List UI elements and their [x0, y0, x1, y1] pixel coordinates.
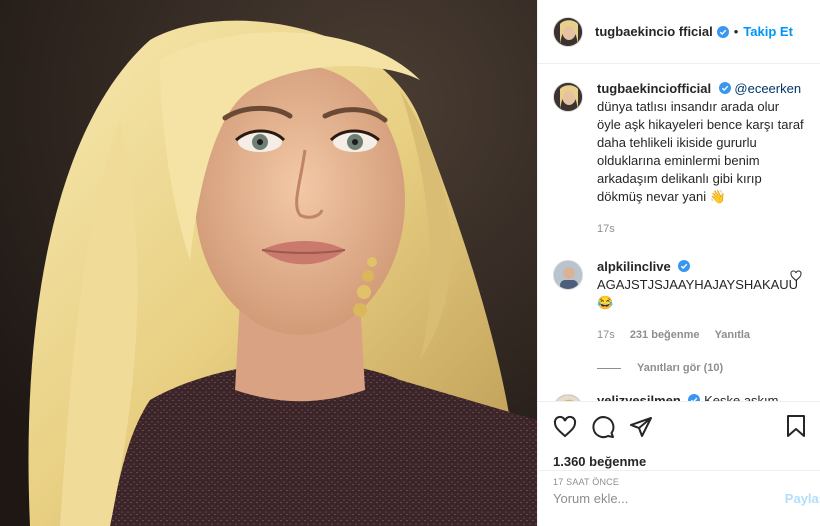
comment-text: AGAJSTJSJAAYHAJAYSHAKAUU 😂	[597, 277, 799, 310]
comments-list[interactable]: tugbaekinciofficial @eceerken dünya tatl…	[538, 64, 820, 401]
avatar[interactable]	[553, 82, 583, 112]
comment-item: yelizyesilmen Keşke aşkım banada haksızl…	[553, 392, 804, 401]
caption-time[interactable]: 17s	[597, 223, 615, 235]
likes-count[interactable]: 1.360 beğenme	[553, 454, 804, 469]
verified-badge-icon	[678, 260, 691, 272]
verified-badge-icon	[716, 25, 729, 38]
comment-username[interactable]: alpkilinclive	[597, 259, 671, 274]
comment-input[interactable]	[553, 491, 753, 506]
portrait-image	[0, 0, 537, 526]
comment-body: yelizyesilmen Keşke aşkım banada haksızl…	[597, 392, 804, 401]
comment-like-heart-icon[interactable]	[790, 270, 802, 282]
share-icon[interactable]	[629, 415, 653, 439]
view-replies-button[interactable]: Yanıtları gör (10)	[597, 362, 804, 374]
avatar[interactable]	[553, 260, 583, 290]
avatar[interactable]	[553, 16, 583, 47]
follow-button[interactable]: Takip Et	[743, 24, 793, 39]
caption-body: tugbaekinciofficial @eceerken dünya tatl…	[597, 80, 804, 238]
caption-username[interactable]: tugbaekinciofficial	[597, 81, 711, 96]
caption-comment: tugbaekinciofficial @eceerken dünya tatl…	[553, 80, 804, 238]
comment-meta: 17s 231 beğenme Yanıtla	[597, 326, 804, 344]
separator-dot: •	[733, 24, 739, 39]
post-actions: 1.360 beğenme 17 saat önce Paylaş	[538, 401, 820, 526]
comment-likes[interactable]: 231 beğenme	[630, 329, 700, 341]
comment-icon[interactable]	[591, 415, 615, 439]
post-comment-button[interactable]: Paylaş	[785, 491, 820, 506]
instagram-post-window: tugbaekincio fficial • Takip Et tugbaeki…	[0, 0, 820, 526]
avatar[interactable]	[553, 394, 583, 401]
action-icons	[553, 414, 805, 440]
replies-divider	[597, 367, 621, 369]
comment-item: alpkilinclive AGAJSTJSJAAYHAJAYSHAKAUU 😂…	[553, 258, 804, 344]
add-comment-bar: Paylaş	[538, 470, 820, 526]
verified-badge-icon	[718, 82, 731, 94]
post-side-panel: tugbaekincio fficial • Takip Et tugbaeki…	[537, 0, 820, 526]
post-header: tugbaekincio fficial • Takip Et	[538, 0, 820, 64]
verified-badge-icon	[688, 394, 701, 401]
reply-button[interactable]: Yanıtla	[715, 329, 750, 341]
caption-meta: 17s	[597, 220, 804, 238]
header-username[interactable]: tugbaekincio fficial	[595, 24, 713, 39]
caption-text: dünya tatlısı insandır arada olur öyle a…	[597, 99, 804, 204]
comment-body: alpkilinclive AGAJSTJSJAAYHAJAYSHAKAUU 😂…	[597, 258, 804, 344]
comment-time[interactable]: 17s	[597, 329, 615, 341]
like-heart-icon[interactable]	[553, 415, 577, 439]
post-photo[interactable]	[0, 0, 537, 526]
comment-username[interactable]: yelizyesilmen	[597, 393, 681, 401]
bookmark-icon[interactable]	[784, 414, 808, 438]
caption-mention[interactable]: @eceerken	[734, 81, 801, 96]
view-replies-label: Yanıtları gör (10)	[637, 362, 724, 374]
